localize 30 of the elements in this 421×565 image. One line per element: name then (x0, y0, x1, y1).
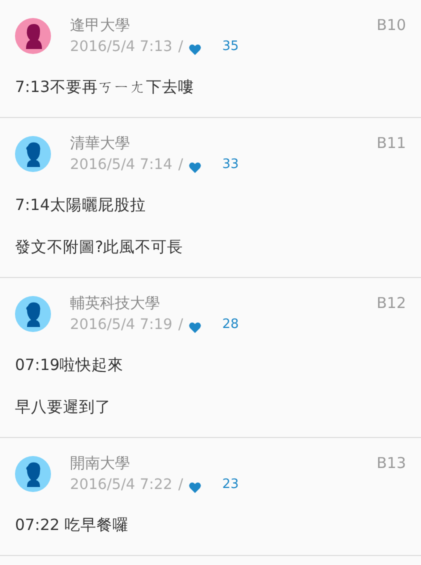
floor-number: B12 (376, 293, 406, 314)
like-count: 23 (222, 476, 239, 494)
comment-text: 7:13不要再ㄎㄧㄤ下去嘍 (15, 78, 194, 96)
floor-number: B13 (376, 453, 406, 474)
floor-number: B10 (376, 15, 406, 36)
comment-text: 7:14太陽曬屁股拉 (15, 196, 146, 214)
school-name: 逢甲大學 (70, 15, 130, 36)
separator: / (178, 38, 184, 57)
school-name: 清華大學 (70, 133, 130, 154)
like-count: 35 (222, 38, 239, 56)
like-count: 28 (222, 316, 239, 334)
comment-text: 早八要遲到了 (15, 398, 111, 416)
post-time: 2016/5/4 7:14 (70, 156, 172, 175)
separator: / (178, 316, 184, 335)
post-time: 2016/5/4 7:22 (70, 476, 172, 495)
comment-text: 07:19啦快起來 (15, 356, 124, 374)
separator: / (178, 156, 184, 175)
heart-icon (189, 322, 202, 332)
heart-icon (189, 482, 202, 492)
comment-text: 07:22 吃早餐囉 (15, 516, 129, 534)
comment-text: 發文不附圖?此風不可長 (15, 238, 184, 256)
school-name: 輔英科技大學 (70, 293, 160, 314)
floor-number: B11 (376, 133, 406, 154)
heart-icon (189, 44, 202, 54)
separator: / (178, 476, 184, 495)
post-time: 2016/5/4 7:19 (70, 316, 172, 335)
post-time: 2016/5/4 7:13 (70, 38, 172, 57)
school-name: 開南大學 (70, 453, 130, 474)
heart-icon (189, 162, 202, 172)
like-count: 33 (222, 156, 239, 174)
